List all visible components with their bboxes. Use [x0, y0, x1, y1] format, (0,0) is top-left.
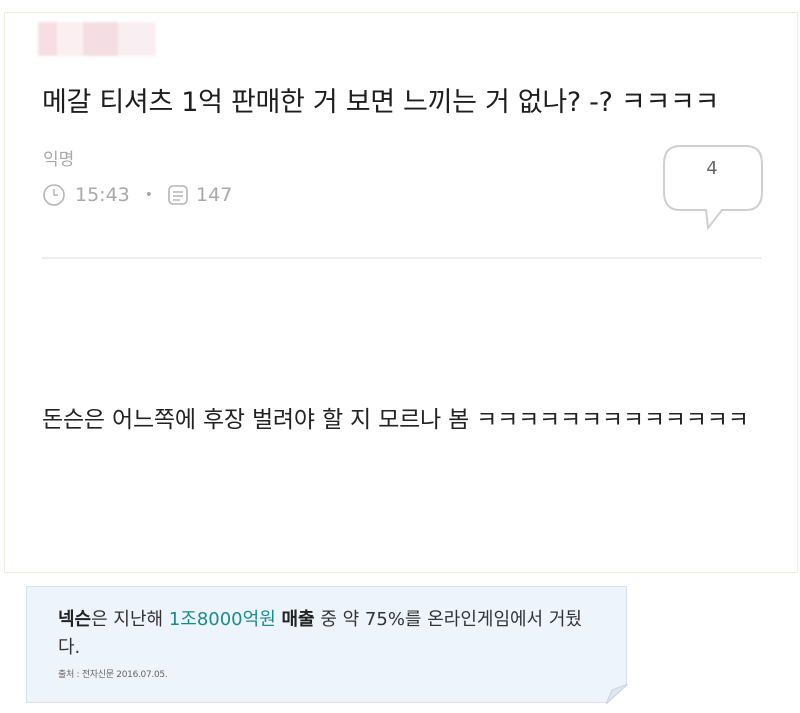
- post-title: 메갈 티셔츠 1억 판매한 거 보면 느끼는 거 없나? -? ㅋㅋㅋㅋ: [42, 87, 720, 118]
- clock-icon: [42, 183, 66, 207]
- note-company: 넥슨: [58, 609, 92, 630]
- note-sales: 매출: [281, 609, 315, 630]
- document-icon: [166, 183, 190, 207]
- speech-bubble-icon[interactable]: [660, 142, 766, 234]
- news-note-text: 넥슨은 지난해 1조8000억원 매출 중 약 75%를 온라인게임에서 거뒀다…: [58, 606, 598, 662]
- news-source: 출처 : 전자신문 2016.07.05.: [58, 670, 168, 680]
- post-views: 147: [196, 184, 233, 206]
- blurred-board-name: [38, 22, 156, 56]
- divider: [42, 257, 762, 259]
- note-text-1: 은 지난해: [91, 609, 169, 630]
- post-meta: 15:43 • 147: [42, 180, 232, 210]
- post-time: 15:43: [75, 184, 130, 206]
- note-highlight-amount: 1조8000억원: [168, 609, 276, 630]
- post-body: 돈슨은 어느쪽에 후장 벌려야 할 지 모르나 봄 ㅋㅋㅋㅋㅋㅋㅋㅋㅋㅋㅋㅋㅋ: [42, 407, 749, 433]
- page-fold-corner: [606, 684, 628, 704]
- comment-count[interactable]: 4: [660, 158, 764, 179]
- post-author: 익명: [43, 150, 75, 170]
- separator-dot: •: [144, 187, 154, 203]
